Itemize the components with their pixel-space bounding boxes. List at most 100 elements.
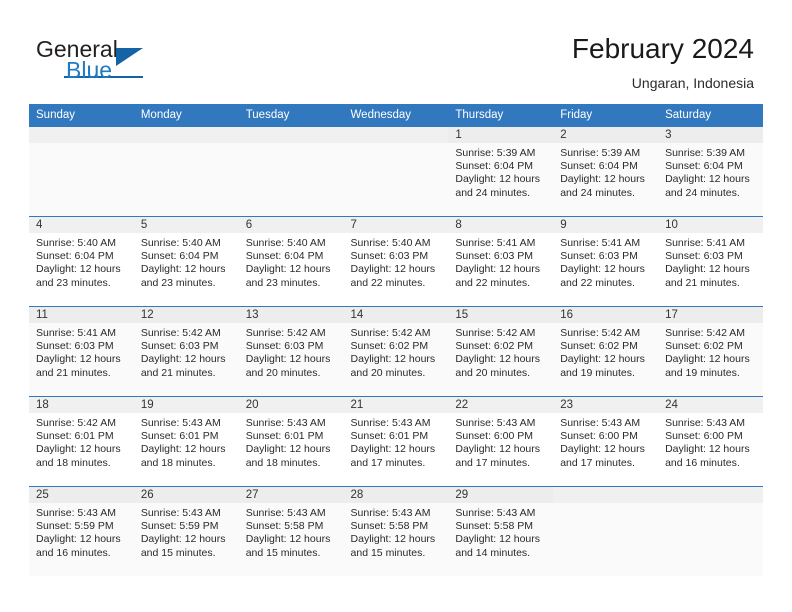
- day-cell-inner[interactable]: 27 Sunrise: 5:43 AM Sunset: 5:58 PM Dayligh…: [238, 487, 344, 576]
- day-cell-inner[interactable]: 26 Sunrise: 5:43 AM Sunset: 5:59 PM Dayligh…: [133, 487, 239, 576]
- day-number: 11: [29, 307, 134, 323]
- sunset-text: Sunset: 6:03 PM: [245, 340, 324, 353]
- day-number: 2: [553, 127, 659, 143]
- sunrise-text: Sunrise: 5:41 AM: [560, 237, 641, 249]
- calendar-week-row: 25 Sunrise: 5:43 AM Sunset: 5:59 PM Dayligh…: [29, 486, 763, 576]
- day-cell-inner[interactable]: 21 Sunrise: 5:43 AM Sunset: 6:01 PM Dayligh…: [343, 397, 449, 486]
- day-details: Sunrise: 5:43 AM Sunset: 5:59 PM Daylight:…: [134, 503, 239, 560]
- calendar-day-cell: 6 Sunrise: 5:40 AM Sunset: 6:04 PM Daylight…: [238, 216, 344, 307]
- calendar-day-cell: 7 Sunrise: 5:40 AM Sunset: 6:03 PM Daylight…: [343, 216, 449, 307]
- day-cell-inner[interactable]: 29 Sunrise: 5:43 AM Sunset: 5:58 PM Dayligh…: [448, 487, 554, 576]
- day-cell-inner[interactable]: 22 Sunrise: 5:43 AM Sunset: 6:00 PM Dayligh…: [448, 397, 554, 486]
- day-details: Sunrise: 5:39 AM Sunset: 6:04 PM Daylight:…: [658, 143, 763, 200]
- weekday-header-friday: Friday: [553, 104, 659, 127]
- day-number: 4: [29, 217, 134, 233]
- day-cell-inner[interactable]: 3 Sunrise: 5:39 AM Sunset: 6:04 PM Daylight…: [658, 127, 763, 216]
- weekday-header-thursday: Thursday: [448, 104, 554, 127]
- calendar-day-cell: 4 Sunrise: 5:40 AM Sunset: 6:04 PM Daylight…: [29, 216, 134, 307]
- daylight-text: Daylight: 12 hours and 22 minutes.: [350, 263, 436, 289]
- day-details: Sunrise: 5:43 AM Sunset: 5:58 PM Daylight:…: [344, 503, 449, 560]
- day-cell-inner[interactable]: 18 Sunrise: 5:42 AM Sunset: 6:01 PM Dayligh…: [29, 397, 134, 486]
- day-cell-inner[interactable]: 23 Sunrise: 5:43 AM Sunset: 6:00 PM Dayligh…: [553, 397, 659, 486]
- sunrise-text: Sunrise: 5:41 AM: [665, 237, 746, 249]
- day-cell-inner[interactable]: 17 Sunrise: 5:42 AM Sunset: 6:02 PM Dayligh…: [658, 307, 763, 396]
- daylight-text: Daylight: 12 hours and 23 minutes.: [245, 263, 331, 289]
- day-cell-inner[interactable]: 10 Sunrise: 5:41 AM Sunset: 6:03 PM Dayligh…: [658, 217, 763, 306]
- day-cell-inner[interactable]: 19 Sunrise: 5:43 AM Sunset: 6:01 PM Dayligh…: [133, 397, 239, 486]
- sunrise-text: Sunrise: 5:42 AM: [665, 327, 746, 339]
- day-details: Sunrise: 5:40 AM Sunset: 6:04 PM Daylight:…: [134, 233, 239, 290]
- calendar-day-cell: 8 Sunrise: 5:41 AM Sunset: 6:03 PM Daylight…: [448, 216, 554, 307]
- day-cell-inner: [658, 487, 763, 576]
- day-number: [238, 127, 344, 143]
- day-cell-inner: [29, 127, 134, 216]
- day-cell-inner[interactable]: 7 Sunrise: 5:40 AM Sunset: 6:03 PM Daylight…: [343, 217, 449, 306]
- day-cell-inner: [343, 127, 449, 216]
- sunset-text: Sunset: 6:03 PM: [560, 250, 638, 263]
- sunset-text: Sunset: 5:59 PM: [36, 520, 114, 533]
- daylight-text: Daylight: 12 hours and 19 minutes.: [560, 353, 645, 379]
- day-cell-inner[interactable]: 25 Sunrise: 5:43 AM Sunset: 5:59 PM Dayligh…: [29, 487, 134, 576]
- calendar-week-row: 4 Sunrise: 5:40 AM Sunset: 6:04 PM Daylight…: [29, 216, 763, 307]
- daylight-text: Daylight: 12 hours and 14 minutes.: [455, 533, 541, 559]
- day-number: [343, 127, 449, 143]
- day-details: Sunrise: 5:42 AM Sunset: 6:02 PM Daylight:…: [553, 323, 658, 380]
- sunrise-text: Sunrise: 5:43 AM: [560, 417, 641, 429]
- day-number: 23: [553, 397, 659, 413]
- sunrise-text: Sunrise: 5:42 AM: [36, 417, 116, 429]
- day-cell-inner[interactable]: 8 Sunrise: 5:41 AM Sunset: 6:03 PM Daylight…: [448, 217, 554, 306]
- general-blue-logo[interactable]: General Blue: [36, 36, 206, 88]
- daylight-text: Daylight: 12 hours and 16 minutes.: [665, 443, 750, 469]
- day-cell-inner[interactable]: 5 Sunrise: 5:40 AM Sunset: 6:04 PM Daylight…: [133, 217, 239, 306]
- day-details: Sunrise: 5:43 AM Sunset: 5:58 PM Daylight:…: [448, 503, 553, 560]
- sunrise-text: Sunrise: 5:43 AM: [140, 417, 221, 429]
- day-details: Sunrise: 5:42 AM Sunset: 6:01 PM Daylight:…: [29, 413, 134, 470]
- day-details: Sunrise: 5:41 AM Sunset: 6:03 PM Daylight:…: [448, 233, 553, 290]
- day-cell-inner[interactable]: 20 Sunrise: 5:43 AM Sunset: 6:01 PM Dayligh…: [238, 397, 344, 486]
- day-cell-inner[interactable]: 11 Sunrise: 5:41 AM Sunset: 6:03 PM Dayligh…: [29, 307, 134, 396]
- day-details: Sunrise: 5:40 AM Sunset: 6:04 PM Daylight:…: [29, 233, 134, 290]
- day-cell-inner[interactable]: 14 Sunrise: 5:42 AM Sunset: 6:02 PM Dayligh…: [343, 307, 449, 396]
- day-details: Sunrise: 5:39 AM Sunset: 6:04 PM Daylight:…: [448, 143, 553, 200]
- page-title: February 2024: [571, 33, 754, 64]
- sunrise-text: Sunrise: 5:41 AM: [36, 327, 116, 339]
- sunset-text: Sunset: 6:03 PM: [665, 250, 743, 263]
- day-cell-inner[interactable]: 16 Sunrise: 5:42 AM Sunset: 6:02 PM Dayligh…: [553, 307, 659, 396]
- location-subtitle: Ungaran, Indonesia: [631, 75, 754, 91]
- day-cell-inner[interactable]: 9 Sunrise: 5:41 AM Sunset: 6:03 PM Daylight…: [553, 217, 659, 306]
- day-cell-inner[interactable]: 1 Sunrise: 5:39 AM Sunset: 6:04 PM Daylight…: [448, 127, 554, 216]
- calendar-day-cell: 23 Sunrise: 5:43 AM Sunset: 6:00 PM Dayligh…: [553, 396, 659, 487]
- sunset-text: Sunset: 5:58 PM: [350, 520, 429, 533]
- calendar-day-cell: 12 Sunrise: 5:42 AM Sunset: 6:03 PM Dayligh…: [133, 306, 239, 397]
- calendar-day-cell: 19 Sunrise: 5:43 AM Sunset: 6:01 PM Dayligh…: [133, 396, 239, 487]
- day-cell-inner[interactable]: 6 Sunrise: 5:40 AM Sunset: 6:04 PM Daylight…: [238, 217, 344, 306]
- daylight-text: Daylight: 12 hours and 20 minutes.: [245, 353, 331, 379]
- day-cell-inner[interactable]: 4 Sunrise: 5:40 AM Sunset: 6:04 PM Daylight…: [29, 217, 134, 306]
- day-number: 5: [133, 217, 239, 233]
- day-cell-inner[interactable]: 13 Sunrise: 5:42 AM Sunset: 6:03 PM Dayligh…: [238, 307, 344, 396]
- day-cell-inner[interactable]: 24 Sunrise: 5:43 AM Sunset: 6:00 PM Dayligh…: [658, 397, 763, 486]
- calendar-day-cell: 14 Sunrise: 5:42 AM Sunset: 6:02 PM Dayligh…: [343, 306, 449, 397]
- day-cell-inner[interactable]: 28 Sunrise: 5:43 AM Sunset: 5:58 PM Dayligh…: [343, 487, 449, 576]
- day-details: Sunrise: 5:41 AM Sunset: 6:03 PM Daylight:…: [29, 323, 134, 380]
- sunrise-text: Sunrise: 5:39 AM: [665, 147, 746, 159]
- daylight-text: Daylight: 12 hours and 15 minutes.: [350, 533, 436, 559]
- day-cell-inner[interactable]: 15 Sunrise: 5:42 AM Sunset: 6:02 PM Dayligh…: [448, 307, 554, 396]
- weekday-header-tuesday: Tuesday: [238, 104, 344, 127]
- sunset-text: Sunset: 6:03 PM: [455, 250, 534, 263]
- calendar-day-cell: 27 Sunrise: 5:43 AM Sunset: 5:58 PM Dayligh…: [238, 486, 344, 576]
- sunset-text: Sunset: 6:04 PM: [36, 250, 114, 263]
- daylight-text: Daylight: 12 hours and 23 minutes.: [36, 263, 121, 289]
- calendar-empty-cell: [343, 126, 449, 217]
- day-cell-inner[interactable]: 2 Sunrise: 5:39 AM Sunset: 6:04 PM Daylight…: [553, 127, 659, 216]
- daylight-text: Daylight: 12 hours and 24 minutes.: [560, 173, 645, 199]
- daylight-text: Daylight: 12 hours and 19 minutes.: [665, 353, 750, 379]
- day-number: 24: [658, 397, 763, 413]
- sunset-text: Sunset: 6:04 PM: [665, 160, 743, 173]
- day-cell-inner[interactable]: 12 Sunrise: 5:42 AM Sunset: 6:03 PM Dayligh…: [133, 307, 239, 396]
- calendar-day-cell: 20 Sunrise: 5:43 AM Sunset: 6:01 PM Dayligh…: [238, 396, 344, 487]
- day-number: 14: [343, 307, 449, 323]
- sunrise-text: Sunrise: 5:42 AM: [350, 327, 431, 339]
- sunset-text: Sunset: 6:00 PM: [560, 430, 638, 443]
- sunrise-text: Sunrise: 5:43 AM: [350, 417, 431, 429]
